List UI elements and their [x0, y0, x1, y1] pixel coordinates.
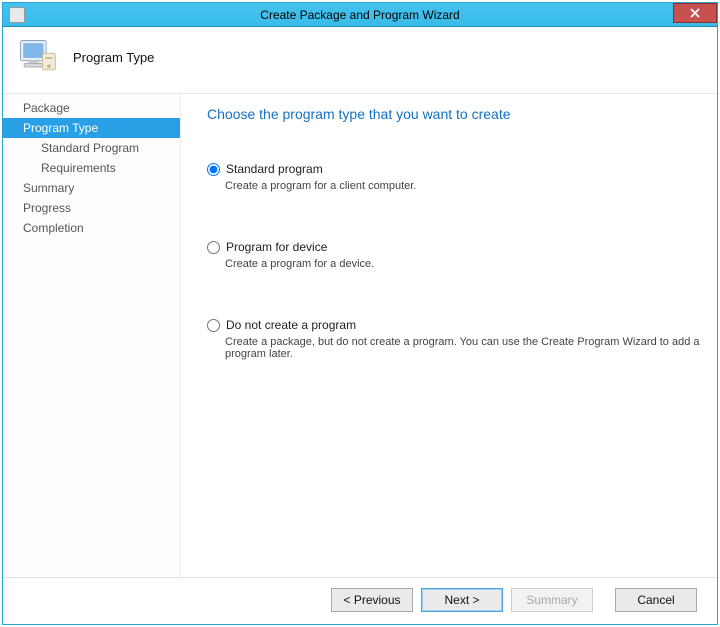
window-title: Create Package and Program Wizard	[3, 8, 717, 22]
wizard-body: PackageProgram TypeStandard ProgramRequi…	[3, 94, 717, 577]
computer-icon	[15, 35, 59, 79]
options-group: Standard program Create a program for a c…	[207, 162, 705, 360]
nav-item-completion[interactable]: Completion	[3, 218, 180, 238]
option-radio-row[interactable]: Do not create a program	[207, 318, 705, 332]
wizard-content: Choose the program type that you want to…	[181, 94, 717, 577]
cancel-button[interactable]: Cancel	[615, 588, 697, 612]
wizard-footer: < Previous Next > Summary Cancel	[3, 577, 717, 624]
wizard-header: Program Type	[3, 27, 717, 94]
wizard-nav: PackageProgram TypeStandard ProgramRequi…	[3, 94, 181, 577]
close-button[interactable]	[673, 3, 717, 23]
nav-item-summary[interactable]: Summary	[3, 178, 180, 198]
radio-input[interactable]	[207, 241, 220, 254]
option-radio-row[interactable]: Standard program	[207, 162, 705, 176]
previous-button[interactable]: < Previous	[331, 588, 413, 612]
nav-item-requirements[interactable]: Requirements	[3, 158, 180, 178]
option-standard-program: Standard program Create a program for a c…	[207, 162, 705, 192]
titlebar: Create Package and Program Wizard	[3, 3, 717, 27]
radio-input[interactable]	[207, 163, 220, 176]
wizard-window: Create Package and Program Wizard Progra…	[2, 2, 718, 625]
option-label: Do not create a program	[226, 318, 356, 332]
content-heading: Choose the program type that you want to…	[207, 106, 705, 122]
nav-item-program-type[interactable]: Program Type	[3, 118, 180, 138]
app-icon	[9, 7, 25, 23]
nav-item-standard-program[interactable]: Standard Program	[3, 138, 180, 158]
option-radio-row[interactable]: Program for device	[207, 240, 705, 254]
option-label: Standard program	[226, 162, 323, 176]
header-title: Program Type	[73, 50, 154, 65]
nav-item-package[interactable]: Package	[3, 98, 180, 118]
summary-button: Summary	[511, 588, 593, 612]
radio-input[interactable]	[207, 319, 220, 332]
option-label: Program for device	[226, 240, 327, 254]
close-icon	[690, 8, 700, 18]
next-button[interactable]: Next >	[421, 588, 503, 612]
option-do-not-create-a-program: Do not create a program Create a package,…	[207, 318, 705, 360]
option-description: Create a package, but do not create a pr…	[225, 336, 705, 360]
option-description: Create a program for a device.	[225, 258, 705, 270]
nav-item-progress[interactable]: Progress	[3, 198, 180, 218]
option-description: Create a program for a client computer.	[225, 180, 705, 192]
option-program-for-device: Program for device Create a program for a…	[207, 240, 705, 270]
